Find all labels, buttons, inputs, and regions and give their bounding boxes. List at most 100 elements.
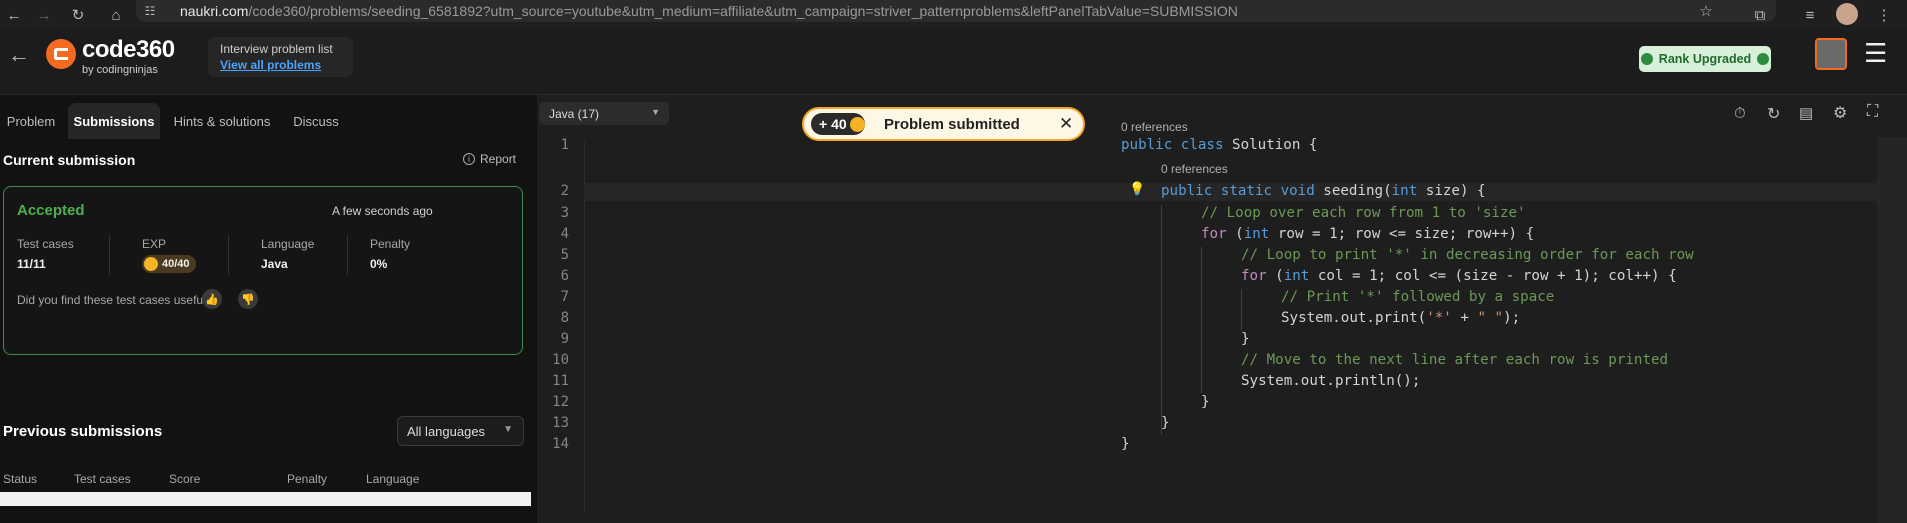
submission-toast: + 40 Problem submitted ✕ [802,107,1085,141]
media-icon[interactable]: ≡ [1800,5,1820,25]
tab-submissions[interactable]: Submissions [68,103,160,139]
language-select[interactable]: Java (17) ▼ [539,102,669,125]
tab-problem[interactable]: Problem [0,103,62,139]
info-icon: i [463,153,475,165]
thumbs-down-icon[interactable]: 👎 [238,289,258,309]
profile-avatar[interactable] [1836,3,1858,25]
close-icon[interactable]: ✕ [1059,114,1073,134]
code-lens-references[interactable]: 0 references [1161,162,1228,176]
editor-scrollbar[interactable] [1877,137,1907,523]
logo-icon[interactable] [46,39,76,69]
line-number: 6 [560,268,569,284]
status-accepted: Accepted [17,202,85,219]
arrow-up-circle-icon [1757,53,1770,65]
layout-icon[interactable]: ▤ [1799,104,1813,122]
home-icon[interactable]: ⌂ [106,5,126,25]
app-header: ← code360 by codingninjas Interview prob… [0,30,1907,95]
testcases-value: 11/11 [17,257,46,271]
site-settings-icon[interactable]: ☷ [140,1,160,21]
bookmark-star-icon[interactable]: ☆ [1696,1,1716,21]
exp-badge: 40/40 [142,255,196,273]
points-badge: + 40 [811,113,865,135]
url-text: naukri.com/code360/problems/seeding_6581… [180,3,1238,19]
col-language: Language [366,472,420,486]
indent-guide [1241,289,1242,331]
line-number: 13 [552,415,569,431]
rank-upgraded-button[interactable]: Rank Upgraded [1639,46,1771,72]
problem-list-title: Interview problem list [220,42,333,56]
language-value: Java [261,257,288,271]
feedback-question: Did you find these test cases useful? [17,293,213,307]
reload-icon[interactable]: ↻ [68,5,88,25]
code-line: } [1161,415,1170,431]
exp-label: EXP [142,237,167,251]
timer-icon[interactable]: ⏱ [1734,105,1746,122]
extensions-icon[interactable]: ⧉ [1750,5,1770,25]
logo-subtext: by codingninjas [82,64,158,76]
line-number: 10 [552,352,569,368]
col-status: Status [3,472,38,486]
penalty-value: 0% [370,257,388,271]
lightbulb-icon[interactable]: 💡 [1129,182,1145,197]
view-all-problems-link[interactable]: View all problems [220,58,321,72]
indent-guide [1201,247,1202,393]
table-row[interactable] [0,492,531,506]
editor-panel: Java (17) ▼ ⏱ ↻ ▤ ⚙ ⛶ 1 2 3 4 5 6 7 8 9 … [537,95,1907,523]
fullscreen-icon[interactable]: ⛶ [1867,103,1878,121]
rank-upgraded-label: Rank Upgraded [1658,52,1752,66]
code-line: public static void seeding(int size) { [1161,183,1486,199]
chevron-down-icon: ▼ [503,424,513,435]
forward-icon[interactable]: → [34,5,54,25]
language-select-value: Java (17) [549,106,600,121]
report-button[interactable]: i Report [463,152,516,166]
address-bar[interactable]: ☷ naukri.com/code360/problems/seeding_65… [136,0,1776,22]
penalty-label: Penalty [370,237,411,251]
tab-hints[interactable]: Hints & solutions [166,103,278,139]
lightning-coin-icon [144,257,158,271]
browser-menu-icon[interactable]: ⋮ [1874,5,1894,25]
line-number: 12 [552,394,569,410]
code-line: // Loop over each row from 1 to 'size' [1201,205,1526,221]
line-number: 9 [560,331,569,347]
divider [228,235,229,275]
col-penalty: Penalty [287,472,328,486]
hamburger-menu-icon[interactable]: ☰ [1864,38,1887,69]
line-number: 3 [560,205,569,221]
logo-text: code360 [82,36,175,63]
back-icon[interactable]: ← [4,5,24,25]
code-lens-references[interactable]: 0 references [1121,120,1188,134]
line-number: 7 [560,289,569,305]
language-filter-value: All languages [407,423,486,439]
divider [347,235,348,275]
code-editor[interactable]: 1 2 3 4 5 6 7 8 9 10 11 12 13 14 0 refer… [537,120,1877,523]
points-value: + 40 [819,116,847,132]
testcases-label: Test cases [17,237,74,251]
code-line: } [1201,394,1210,410]
line-number: 2 [560,183,569,199]
code-line: // Move to the next line after each row … [1241,352,1669,368]
col-testcases: Test cases [74,472,131,486]
line-number: 1 [560,137,569,153]
rank-up-icon [1640,53,1653,65]
code-line: System.out.println(); [1241,373,1421,389]
line-number: 11 [552,373,569,389]
previous-submissions-title: Previous submissions [3,423,163,440]
indent-guide [1161,205,1162,435]
settings-gear-icon[interactable]: ⚙ [1833,103,1847,123]
exp-value: 40/40 [162,258,190,270]
tab-discuss[interactable]: Discuss [285,103,347,139]
back-arrow-icon[interactable]: ← [8,42,30,68]
user-avatar[interactable] [1815,38,1847,70]
submission-time: A few seconds ago [332,204,433,218]
language-label: Language [261,237,315,251]
problem-list-box: Interview problem list View all problems [208,37,353,77]
reset-code-icon[interactable]: ↻ [1767,104,1780,124]
line-number: 4 [560,226,569,242]
code-line: } [1241,331,1250,347]
line-number: 8 [560,310,569,326]
code-line: public class Solution { [1121,137,1318,153]
divider [109,235,110,275]
line-number: 14 [552,436,569,452]
thumbs-up-icon[interactable]: 👍 [202,289,222,309]
language-filter-dropdown[interactable]: All languages ▼ [397,416,524,446]
